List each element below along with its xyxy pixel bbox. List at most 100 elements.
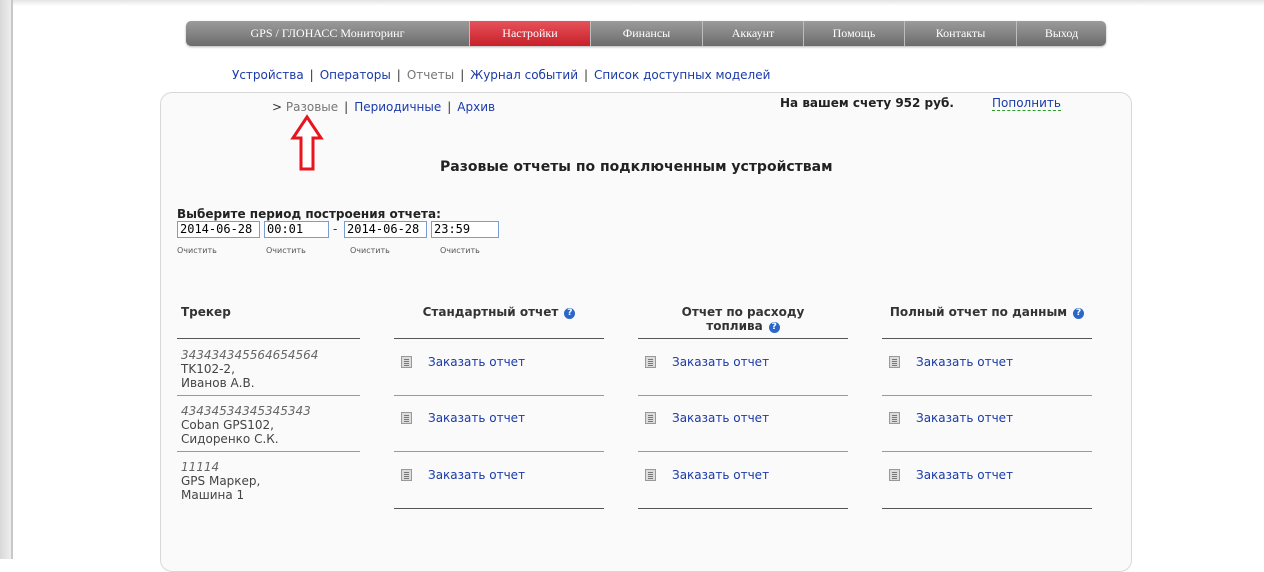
order-report-label: Заказать отчет (428, 411, 526, 425)
order-report-label: Заказать отчет (916, 411, 1014, 425)
tracker-model: GPS Маркер, (181, 474, 261, 488)
tracker-owner: Сидоренко С.К. (181, 432, 279, 446)
clear-to-time[interactable]: Очистить (440, 246, 480, 255)
order-report-label: Заказать отчет (428, 355, 526, 369)
subnav-separator: | (460, 68, 465, 82)
order-report-label: Заказать отчет (428, 468, 526, 482)
subnav-operators[interactable]: Операторы (320, 68, 391, 82)
to-time-input[interactable] (431, 221, 499, 238)
subnav-separator: | (396, 68, 401, 82)
document-icon (645, 412, 656, 424)
order-standard-report[interactable]: Заказать отчет (401, 411, 525, 425)
sub-nav: Устройства | Операторы | Отчеты | Журнал событ… (232, 68, 770, 82)
tracker-owner: Машина 1 (181, 488, 245, 502)
row-divider (394, 451, 604, 452)
page-title: Разовые отчеты по подключенным устройств… (440, 159, 833, 175)
tab-periodic[interactable]: Периодичные (354, 100, 441, 114)
nav-finance[interactable]: Финансы (591, 21, 703, 46)
clear-to-date[interactable]: Очистить (350, 246, 390, 255)
nav-logout[interactable]: Выход (1017, 21, 1106, 46)
document-icon (645, 469, 656, 481)
row-divider (394, 508, 604, 509)
period-dash: - (333, 222, 338, 236)
tracker-id: 43434534345345343 (181, 404, 311, 418)
header-underline (882, 338, 1092, 339)
header-standard-label: Стандартный отчет (422, 305, 559, 319)
tab-one-time: Разовые (285, 100, 339, 114)
nav-contacts[interactable]: Контакты (905, 21, 1017, 46)
subnav-models-list[interactable]: Список доступных моделей (594, 68, 770, 82)
header-standard-report: Стандартный отчет? (394, 305, 604, 319)
to-date-input[interactable] (344, 221, 427, 238)
header-fuel-line1: Отчет по расходу (681, 305, 805, 319)
tracker-info: 11114 GPS Маркер, Машина 1 (181, 460, 260, 502)
subnav-reports: Отчеты (406, 68, 455, 82)
order-full-report[interactable]: Заказать отчет (889, 355, 1013, 369)
row-divider (638, 395, 848, 396)
row-divider (177, 451, 360, 452)
order-report-label: Заказать отчет (672, 411, 770, 425)
order-full-report[interactable]: Заказать отчет (889, 468, 1013, 482)
tracker-info: 343434345564654564 TK102-2, Иванов А.В. (181, 348, 318, 390)
tracker-model: TK102-2, (181, 362, 235, 376)
subnav-separator: | (309, 68, 314, 82)
help-icon[interactable]: ? (564, 308, 576, 319)
order-report-label: Заказать отчет (672, 355, 770, 369)
nav-help[interactable]: Помощь (804, 21, 905, 46)
order-standard-report[interactable]: Заказать отчет (401, 355, 525, 369)
document-icon (889, 469, 900, 481)
row-divider (882, 395, 1092, 396)
nav-account[interactable]: Аккаунт (703, 21, 804, 46)
report-tabs: > Разовые | Периодичные | Архив (272, 100, 495, 114)
row-divider (882, 451, 1092, 452)
order-fuel-report[interactable]: Заказать отчет (645, 355, 769, 369)
row-divider (638, 508, 848, 509)
header-tracker: Трекер (181, 305, 231, 319)
document-icon (889, 356, 900, 368)
tab-prefix: > (272, 100, 283, 114)
document-icon (401, 356, 412, 368)
main-nav: GPS / ГЛОНАСС Мониторинг Настройки Финан… (186, 21, 1106, 46)
header-underline (177, 338, 360, 339)
tab-archive[interactable]: Архив (457, 100, 495, 114)
subnav-event-log[interactable]: Журнал событий (470, 68, 578, 82)
window-left-border (11, 0, 13, 559)
document-icon (645, 356, 656, 368)
order-fuel-report[interactable]: Заказать отчет (645, 468, 769, 482)
tab-separator: | (447, 100, 452, 114)
header-underline (394, 338, 604, 339)
help-icon[interactable]: ? (1073, 308, 1085, 319)
row-divider (638, 451, 848, 452)
row-divider (882, 508, 1092, 509)
order-report-label: Заказать отчет (916, 355, 1014, 369)
window-top-edge (0, 0, 1264, 6)
order-standard-report[interactable]: Заказать отчет (401, 468, 525, 482)
clear-from-date[interactable]: Очистить (177, 246, 217, 255)
subnav-separator: | (584, 68, 589, 82)
document-icon (401, 469, 412, 481)
header-full-label: Полный отчет по данным (889, 305, 1068, 319)
nav-settings[interactable]: Настройки (470, 21, 591, 46)
order-fuel-report[interactable]: Заказать отчет (645, 411, 769, 425)
subnav-devices[interactable]: Устройства (232, 68, 304, 82)
tracker-model: Coban GPS102, (181, 418, 274, 432)
account-balance: На вашем счету 952 руб. (780, 96, 954, 110)
order-full-report[interactable]: Заказать отчет (889, 411, 1013, 425)
order-report-label: Заказать отчет (672, 468, 770, 482)
topup-link[interactable]: Пополнить (992, 96, 1061, 111)
tracker-info: 43434534345345343 Coban GPS102, Сидоренк… (181, 404, 311, 446)
from-date-input[interactable] (177, 221, 260, 238)
clear-from-time[interactable]: Очистить (266, 246, 306, 255)
from-time-input[interactable] (264, 221, 329, 238)
tracker-id: 11114 (181, 460, 220, 474)
header-full-report: Полный отчет по данным? (882, 305, 1092, 319)
tracker-owner: Иванов А.В. (181, 376, 255, 390)
header-fuel-line2: топлива (706, 319, 763, 333)
row-divider (177, 395, 360, 396)
document-icon (401, 412, 412, 424)
period-label: Выберите период построения отчета: (177, 207, 441, 221)
header-underline (638, 338, 848, 339)
help-icon[interactable]: ? (768, 322, 780, 333)
nav-gps-monitoring[interactable]: GPS / ГЛОНАСС Мониторинг (186, 21, 470, 46)
document-icon (889, 412, 900, 424)
